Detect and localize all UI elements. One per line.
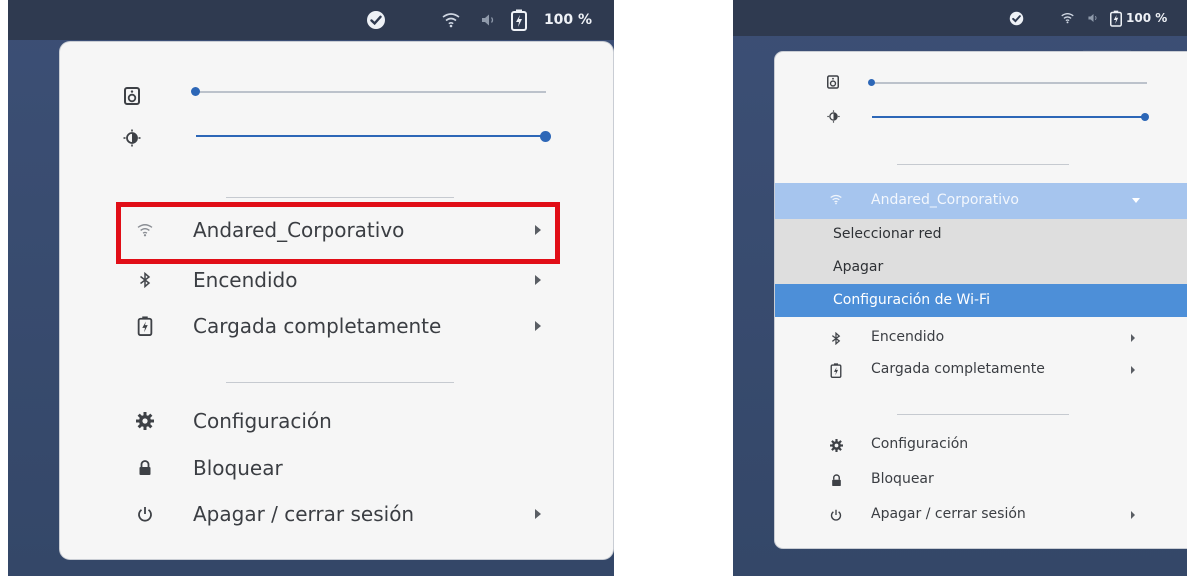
- brightness-icon: [825, 108, 841, 124]
- chevron-down-icon: [1132, 198, 1140, 203]
- lock-icon: [136, 458, 154, 478]
- speaker-icon: [825, 74, 841, 90]
- bluetooth-icon: [829, 330, 843, 346]
- power-label: Apagar / cerrar sesión: [871, 506, 1026, 522]
- checkmark-icon[interactable]: [364, 8, 388, 32]
- wifi-label: Andared_Corporativo: [871, 192, 1019, 208]
- settings-row[interactable]: Configuración: [60, 401, 613, 441]
- power-icon: [829, 507, 843, 523]
- battery-icon: [828, 361, 844, 379]
- checkmark-icon[interactable]: [1007, 9, 1025, 27]
- volume-slider[interactable]: [872, 82, 1147, 84]
- submenu-item-turn-off[interactable]: Apagar: [833, 259, 883, 275]
- brightness-slider[interactable]: [196, 135, 544, 137]
- bluetooth-label: Encendido: [871, 329, 945, 345]
- lock-icon: [829, 472, 843, 488]
- speaker-icon: [120, 84, 144, 108]
- chevron-right-icon: [535, 275, 541, 285]
- chevron-right-icon: [1131, 334, 1135, 342]
- gear-icon: [134, 410, 156, 432]
- separator: [226, 197, 454, 198]
- power-icon: [135, 504, 155, 524]
- settings-label: Configuración: [871, 436, 969, 452]
- right-screenshot: 100 % Andared_Corporativo Seleccionar re…: [733, 0, 1187, 576]
- settings-label: Configuración: [193, 409, 332, 433]
- submenu-item-wifi-settings[interactable]: Configuración de Wi-Fi: [775, 284, 1187, 317]
- wifi-icon[interactable]: [1059, 10, 1075, 26]
- battery-label: Cargada completamente: [193, 314, 442, 338]
- volume-icon[interactable]: [478, 10, 500, 30]
- bluetooth-icon: [136, 270, 154, 290]
- lock-row[interactable]: Bloquear: [775, 465, 1187, 495]
- battery-icon[interactable]: [508, 7, 530, 33]
- wifi-row-expanded[interactable]: Andared_Corporativo: [775, 183, 1187, 219]
- wifi-icon: [830, 194, 844, 208]
- volume-slider-knob[interactable]: [191, 87, 200, 96]
- separator: [897, 164, 1069, 165]
- battery-icon: [134, 314, 156, 338]
- wifi-settings-label: Configuración de Wi-Fi: [833, 292, 990, 308]
- battery-icon[interactable]: [1108, 8, 1124, 28]
- chevron-right-icon: [1131, 366, 1135, 374]
- submenu-item-select-network[interactable]: Seleccionar red: [833, 226, 941, 242]
- lock-label: Bloquear: [193, 456, 283, 480]
- system-menu: Andared_Corporativo Encendido Cargada co…: [60, 42, 613, 559]
- volume-slider[interactable]: [196, 91, 546, 93]
- settings-row[interactable]: Configuración: [775, 430, 1187, 460]
- highlight-box: [116, 202, 560, 264]
- battery-label: Cargada completamente: [871, 361, 1045, 377]
- battery-percent: 100 %: [1126, 11, 1168, 25]
- bluetooth-label: Encendido: [193, 268, 298, 292]
- brightness-slider[interactable]: [872, 116, 1144, 118]
- separator: [897, 414, 1069, 415]
- system-menu: Andared_Corporativo Seleccionar red Apag…: [775, 52, 1187, 548]
- separator: [226, 382, 454, 383]
- battery-percent: 100 %: [543, 12, 593, 28]
- chevron-right-icon: [535, 509, 541, 519]
- top-bar: 100 %: [733, 0, 1187, 36]
- power-row[interactable]: Apagar / cerrar sesión: [775, 500, 1187, 530]
- volume-icon[interactable]: [1085, 10, 1101, 26]
- chevron-right-icon: [1131, 511, 1135, 519]
- top-bar: 100 %: [8, 0, 614, 40]
- left-screenshot: 100 % Andared_Corporativo Encendido Carg…: [8, 0, 614, 576]
- brightness-slider-knob[interactable]: [1141, 113, 1149, 121]
- lock-label: Bloquear: [871, 471, 934, 487]
- brightness-icon: [120, 126, 144, 150]
- brightness-slider-knob[interactable]: [540, 131, 551, 142]
- power-label: Apagar / cerrar sesión: [193, 502, 415, 526]
- battery-row[interactable]: Cargada completamente: [60, 306, 613, 346]
- lock-row[interactable]: Bloquear: [60, 448, 613, 488]
- volume-slider-knob[interactable]: [868, 79, 875, 86]
- wifi-icon[interactable]: [440, 9, 462, 31]
- power-row[interactable]: Apagar / cerrar sesión: [60, 494, 613, 534]
- battery-row[interactable]: Cargada completamente: [775, 355, 1187, 385]
- bluetooth-row[interactable]: Encendido: [775, 323, 1187, 353]
- gear-icon: [828, 437, 844, 453]
- chevron-right-icon: [535, 321, 541, 331]
- bluetooth-row[interactable]: Encendido: [60, 260, 613, 300]
